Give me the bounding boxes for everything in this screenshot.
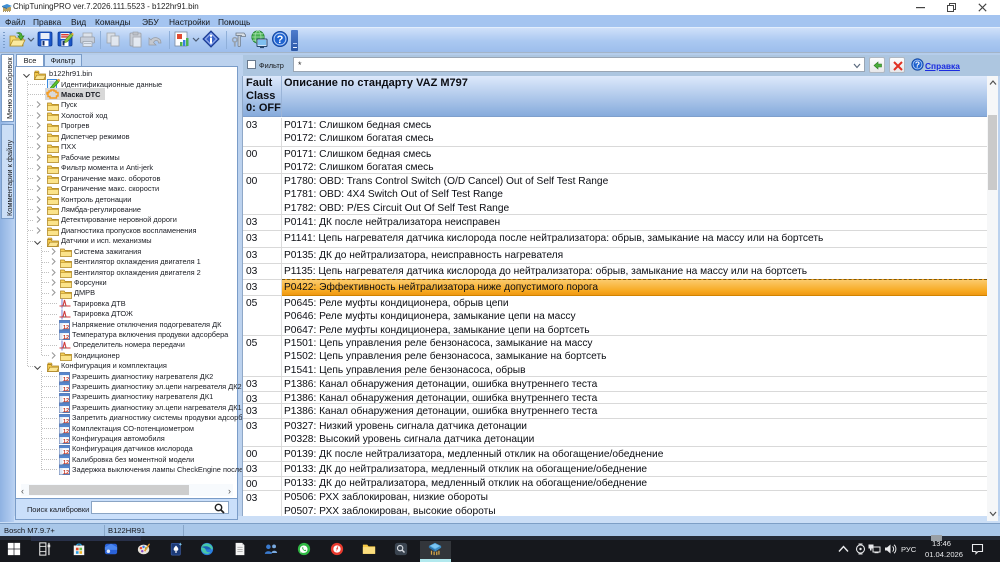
svg-text:?: ? xyxy=(915,60,920,70)
svg-text:12: 12 xyxy=(63,397,69,402)
svg-text:12: 12 xyxy=(63,449,69,454)
svg-text:12: 12 xyxy=(63,408,69,413)
svg-text:?: ? xyxy=(277,34,284,46)
svg-text:12: 12 xyxy=(63,439,69,444)
svg-text:12: 12 xyxy=(63,470,69,475)
svg-text:12: 12 xyxy=(63,418,69,423)
svg-text:12: 12 xyxy=(63,387,69,392)
